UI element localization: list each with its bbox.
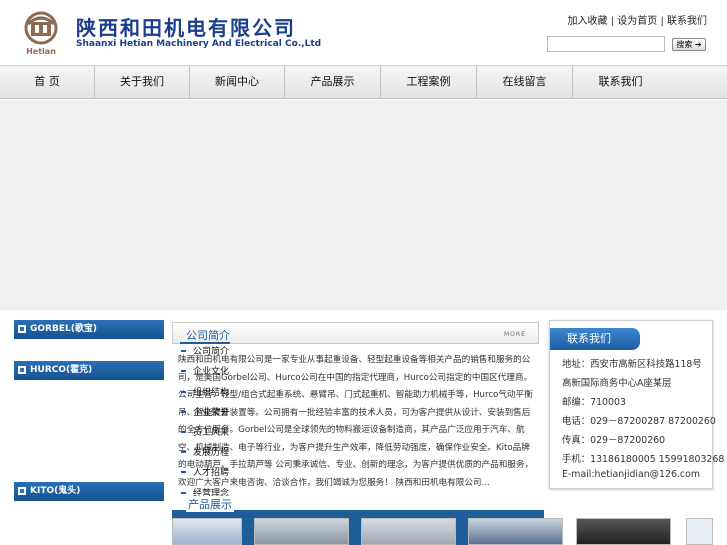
product-thumbnail[interactable] bbox=[686, 518, 713, 545]
more-link[interactable]: MORE bbox=[504, 331, 526, 338]
bullet-icon bbox=[181, 492, 186, 494]
product-thumbnail[interactable] bbox=[254, 518, 349, 545]
logo-emblem-icon: Hetian bbox=[14, 10, 68, 58]
top-links: 加入收藏 | 设为首页 | 联系我们 bbox=[568, 12, 708, 27]
product-thumbnail[interactable] bbox=[172, 518, 242, 545]
bullet-icon bbox=[181, 471, 186, 473]
product-thumbnail[interactable] bbox=[468, 518, 563, 545]
banner-area bbox=[0, 100, 727, 310]
set-homepage-link[interactable]: 设为首页 bbox=[617, 16, 657, 27]
contact-link[interactable]: 联系我们 bbox=[667, 16, 707, 27]
contact-postcode: 邮编：710003 bbox=[562, 397, 626, 408]
category-hurco[interactable]: HURCO(霍克) bbox=[14, 361, 164, 380]
nav-message[interactable]: 在线留言 bbox=[477, 66, 573, 98]
nav-cases[interactable]: 工程案例 bbox=[381, 66, 477, 98]
contact-title: 联系我们 bbox=[550, 328, 640, 350]
add-favorite-link[interactable]: 加入收藏 bbox=[568, 16, 608, 27]
search-button-label: 搜索 bbox=[676, 40, 693, 49]
about-title: 公司简介 bbox=[186, 329, 230, 342]
contact-phone: 电话：029－87200287 87200260 bbox=[562, 416, 716, 427]
contact-email[interactable]: E-mail:hetianjidian@126.com bbox=[562, 469, 700, 480]
nav-home[interactable]: 首 页 bbox=[0, 66, 95, 98]
bullet-icon bbox=[181, 431, 186, 433]
site-logo[interactable]: Hetian 陕西和田机电有限公司 Shaanxi Hetian Machine… bbox=[14, 10, 321, 58]
main-nav: 首 页 关于我们 新闻中心 产品展示 工程案例 在线留言 联系我们 bbox=[0, 65, 727, 99]
contact-address-2: 高新国际商务中心A座某层 bbox=[562, 378, 672, 389]
product-thumbnail[interactable] bbox=[361, 518, 456, 545]
svg-text:Hetian: Hetian bbox=[26, 47, 56, 56]
product-thumbnail[interactable] bbox=[576, 518, 671, 545]
category-label: KITO(鬼头) bbox=[30, 486, 81, 496]
contact-mobile: 手机：13186180005 15991803268 bbox=[562, 454, 725, 465]
search-input[interactable] bbox=[547, 36, 665, 52]
category-gorbel[interactable]: GORBEL(歌宝) bbox=[14, 320, 164, 339]
plus-square-icon bbox=[18, 487, 26, 495]
category-label: GORBEL(歌宝) bbox=[30, 324, 97, 334]
logo-chinese-name: 陕西和田机电有限公司 bbox=[76, 16, 296, 40]
arrow-right-icon: ➔ bbox=[692, 40, 702, 49]
category-label: HURCO(霍克) bbox=[30, 365, 93, 375]
logo-english-name: Shaanxi Hetian Machinery And Electrical … bbox=[76, 39, 322, 49]
about-text: 陕西和田机电有限公司是一家专业从事起重设备、轻型起重设备等相关产品的销售和服务的… bbox=[178, 355, 534, 488]
nav-news[interactable]: 新闻中心 bbox=[190, 66, 285, 98]
plus-square-icon bbox=[18, 366, 26, 374]
bullet-icon bbox=[181, 451, 186, 453]
products-title: 产品展示 bbox=[186, 496, 234, 512]
bullet-icon bbox=[181, 350, 186, 352]
contact-address: 地址：西安市高新区科技路118号 bbox=[562, 359, 702, 370]
bullet-icon bbox=[181, 391, 186, 393]
nav-about[interactable]: 关于我们 bbox=[95, 66, 190, 98]
plus-square-icon bbox=[18, 325, 26, 333]
bullet-icon bbox=[181, 411, 186, 413]
nav-products[interactable]: 产品展示 bbox=[285, 66, 381, 98]
search-button[interactable]: 搜索 ➔ bbox=[672, 38, 706, 51]
nav-contact[interactable]: 联系我们 bbox=[573, 66, 668, 98]
contact-fax: 传真：029－87200260 bbox=[562, 435, 666, 446]
bullet-icon bbox=[181, 370, 186, 372]
category-kito[interactable]: KITO(鬼头) bbox=[14, 482, 164, 501]
